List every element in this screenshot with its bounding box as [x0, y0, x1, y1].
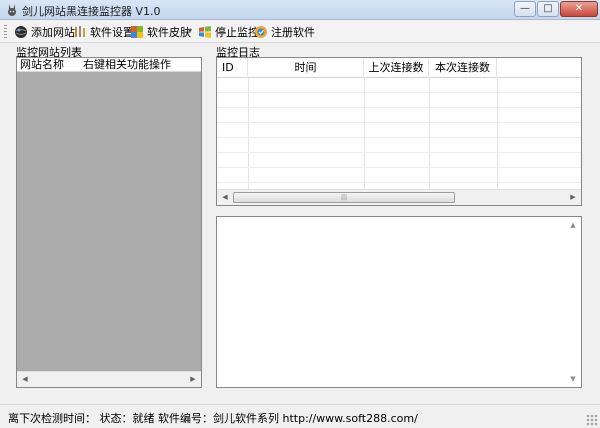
close-button[interactable]: ✕: [560, 1, 598, 17]
column-current-connections[interactable]: 本次连接数: [429, 58, 497, 78]
log-table-hscrollbar[interactable]: ◀ ||| ▶: [217, 189, 581, 205]
stop-monitor-label: 停止监控: [215, 26, 259, 39]
scroll-right-arrow[interactable]: ▶: [565, 190, 581, 205]
title-bar: 剑儿网站黑连接监控器 V1.0 — □ ✕: [0, 0, 600, 20]
site-list-header: 网站名称 右键相关功能操作: [17, 58, 201, 72]
globe-add-icon: [15, 26, 27, 38]
log-detail-textarea[interactable]: ▲ ▼: [216, 216, 582, 388]
column-time[interactable]: 时间: [248, 58, 364, 78]
scroll-left-arrow[interactable]: ◀: [217, 190, 233, 205]
skin-button[interactable]: 软件皮肤: [130, 23, 191, 41]
toolbar: 添加网站 软件设置 软件皮肤 ▾ 停止监控 注册软件: [0, 21, 600, 43]
column-last-connections[interactable]: 上次连接数: [364, 58, 429, 78]
skin-label: 软件皮肤: [147, 26, 191, 39]
window-title: 剑儿网站黑连接监控器 V1.0: [22, 5, 161, 18]
table-row[interactable]: [217, 138, 581, 153]
register-button[interactable]: 注册软件: [254, 23, 315, 41]
table-row[interactable]: [217, 78, 581, 93]
log-table-header: ID 时间 上次连接数 本次连接数: [217, 58, 581, 78]
scroll-thumb[interactable]: |||: [233, 192, 455, 203]
toolbar-grip[interactable]: [4, 25, 7, 39]
scroll-left-arrow[interactable]: ◀: [17, 372, 33, 388]
resize-grip[interactable]: [586, 414, 598, 426]
column-context-actions[interactable]: 右键相关功能操作: [83, 58, 171, 71]
maximize-button[interactable]: □: [537, 1, 559, 17]
skin-icon: [131, 26, 143, 38]
status-text: 离下次检测时间： 状态：就绪 软件编号：剑儿软件系列 http://www.so…: [8, 412, 418, 425]
minimize-button[interactable]: —: [514, 1, 536, 17]
table-row[interactable]: [217, 108, 581, 123]
log-detail-vscrollbar[interactable]: ▲ ▼: [565, 217, 581, 387]
monitor-log-table[interactable]: ID 时间 上次连接数 本次连接数 ◀ ||| ▶: [216, 57, 582, 206]
table-row[interactable]: [217, 153, 581, 168]
tools-icon: [75, 26, 85, 37]
scroll-down-arrow[interactable]: ▼: [565, 371, 581, 387]
settings-label: 软件设置: [90, 26, 134, 39]
table-row[interactable]: [217, 123, 581, 138]
add-site-button[interactable]: 添加网站: [14, 23, 75, 41]
table-row[interactable]: [217, 168, 581, 183]
add-site-label: 添加网站: [31, 26, 75, 39]
table-row[interactable]: [217, 93, 581, 108]
rabbit-app-icon: [8, 4, 16, 16]
site-list[interactable]: 网站名称 右键相关功能操作 ◀ ▶: [16, 57, 202, 388]
settings-button[interactable]: 软件设置: [73, 23, 134, 41]
column-site-name[interactable]: 网站名称: [20, 58, 64, 71]
register-label: 注册软件: [271, 26, 315, 39]
stop-monitor-button[interactable]: 停止监控: [198, 23, 259, 41]
skin-dropdown-arrow[interactable]: ▾: [188, 26, 192, 35]
register-icon: [255, 26, 267, 38]
scroll-up-arrow[interactable]: ▲: [565, 217, 581, 233]
site-list-hscrollbar[interactable]: ◀ ▶: [17, 371, 201, 387]
status-bar: 离下次检测时间： 状态：就绪 软件编号：剑儿软件系列 http://www.so…: [0, 404, 600, 428]
windows-flag-icon: [199, 26, 211, 38]
column-id[interactable]: ID: [217, 58, 248, 78]
scroll-right-arrow[interactable]: ▶: [185, 372, 201, 388]
